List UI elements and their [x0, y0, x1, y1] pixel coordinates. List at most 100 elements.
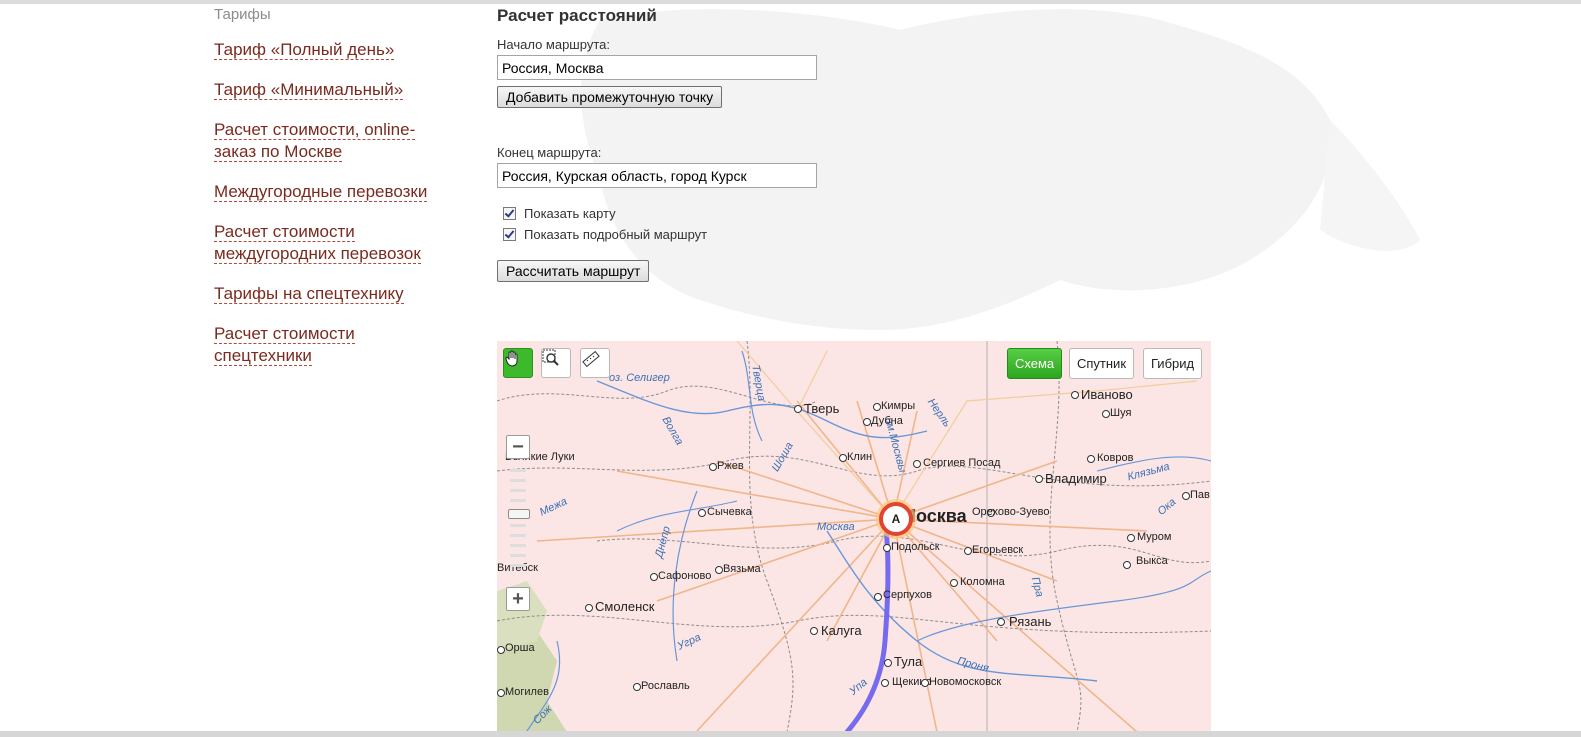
map-label-klin: Клин	[847, 451, 873, 463]
city-dot-vyksa	[1123, 561, 1131, 569]
map-label-orekhovo: Орехово-Зуево	[972, 506, 1050, 518]
city-dot-rzhev	[709, 463, 717, 471]
city-dot-podolsk	[883, 544, 891, 552]
sidebar-link-special-tariffs[interactable]: Тарифы на спецтехнику	[214, 284, 404, 304]
map-label-serpukhov: Серпухов	[883, 589, 932, 601]
zoom-tick	[510, 489, 526, 492]
city-dot-dubna	[863, 418, 871, 426]
city-dot-smolensk	[585, 604, 593, 612]
map-label-kolomna: Коломна	[960, 576, 1005, 588]
city-dot-klin	[839, 454, 847, 462]
map-label-vladimir: Владимир	[1045, 471, 1107, 486]
city-dot-ryazan	[997, 618, 1005, 626]
sidebar-item-full-day: Тариф «Полный день»	[214, 39, 474, 61]
route-start-marker[interactable]: A	[879, 502, 913, 536]
map-label-safonovo: Сафоново	[658, 570, 712, 582]
city-dot-safonovo	[650, 573, 658, 581]
sidebar-item-special-tariffs: Тарифы на спецтехнику	[214, 283, 474, 305]
sidebar-link-special-cost[interactable]: Расчет стоимости спецтехники	[214, 324, 355, 366]
city-dot-ivanovo	[1071, 391, 1079, 399]
map-label-mogilev: Могилев	[505, 686, 549, 698]
show-route-checkbox[interactable]	[503, 228, 516, 241]
city-dot-sergiev-posad	[913, 460, 921, 468]
city-dot-shchekino	[881, 679, 889, 687]
sidebar-heading: Тарифы	[214, 6, 271, 23]
map-label-murom: Муром	[1137, 531, 1172, 543]
sidebar-link-intercity-cost[interactable]: Расчет стоимости междугородних перевозок	[214, 222, 421, 264]
ruler-icon[interactable]	[580, 348, 610, 378]
map-type-satellite-button[interactable]: Спутник	[1069, 348, 1135, 379]
sidebar-link-minimal[interactable]: Тариф «Минимальный»	[214, 80, 404, 100]
zoom-tick	[510, 499, 526, 502]
sidebar-item-moscow-order: Расчет стоимости, online-заказ по Москве	[214, 119, 454, 163]
show-map-checkbox[interactable]	[503, 207, 516, 220]
zoom-in-icon[interactable]: +	[506, 587, 530, 611]
map-label-kimry: Кимры	[881, 400, 916, 412]
sidebar-link-moscow-order[interactable]: Расчет стоимости, online-заказ по Москве	[214, 120, 416, 162]
zoom-tick	[510, 479, 526, 482]
zoom-tick	[510, 544, 526, 547]
map-label-vyksa: Выкса	[1136, 555, 1168, 567]
map-label-novomoskovsk: Новомосковск	[929, 676, 1002, 688]
sidebar-item-intercity-cost: Расчет стоимости междугородних перевозок	[214, 221, 454, 265]
zoom-tick	[510, 469, 526, 472]
map-label-rzhev: Ржев	[717, 460, 744, 472]
sidebar: Тарифы Тариф «Полный день» Тариф «Минима…	[214, 6, 474, 381]
city-dot-kimry	[873, 403, 881, 411]
zoom-tick	[510, 534, 526, 537]
end-label: Конец маршрута:	[497, 145, 602, 160]
map-label-tula: Тула	[894, 654, 923, 669]
zoom-out-icon[interactable]: −	[506, 435, 530, 459]
end-input[interactable]	[497, 163, 817, 188]
zoom-tick	[510, 564, 526, 567]
map-label-kovrov: Ковров	[1097, 452, 1134, 464]
bottom-rule	[0, 731, 1581, 737]
calculate-route-button[interactable]: Рассчитать маршрут	[497, 260, 650, 282]
map-label-orsha: Орша	[505, 642, 535, 654]
sidebar-link-intercity[interactable]: Междугородные перевозки	[214, 182, 428, 202]
city-dot-serpukhov	[874, 593, 882, 601]
city-dot-kovrov	[1087, 455, 1095, 463]
map-type-hybrid-button[interactable]: Гибрид	[1143, 348, 1203, 379]
map-label-tver: Тверь	[804, 401, 840, 416]
map-label-smolensk: Смоленск	[595, 599, 655, 614]
city-dot-roslavl	[633, 683, 641, 691]
city-dot-novomoskovsk	[921, 679, 929, 687]
sidebar-item-special-cost: Расчет стоимости спецтехники	[214, 323, 384, 367]
start-label: Начало маршрута:	[497, 37, 610, 52]
start-input[interactable]	[497, 55, 817, 80]
map-label-egoryevsk: Егорьевск	[972, 544, 1024, 556]
city-dot-mogilev	[497, 689, 505, 697]
show-route-row: Показать подробный маршрут	[497, 224, 1217, 245]
city-dot-pav	[1182, 492, 1190, 500]
map-label-dubna: Дубна	[871, 415, 903, 427]
sidebar-link-full-day[interactable]: Тариф «Полный день»	[214, 40, 395, 60]
city-dot-orsha	[497, 646, 505, 654]
city-dot-kolomna	[950, 579, 958, 587]
sidebar-item-minimal: Тариф «Минимальный»	[214, 79, 474, 101]
city-dot-kaluga	[810, 627, 818, 635]
map-label-seliger: оз. Селигер	[609, 372, 670, 384]
show-map-label: Показать карту	[524, 206, 616, 221]
map-label-roslavl: Рославль	[641, 680, 690, 692]
show-map-row: Показать карту	[497, 203, 1217, 224]
map-label-kaluga: Калуга	[821, 623, 862, 638]
map-label-vyazma: Вязьма	[723, 563, 761, 575]
city-dot-sychevka	[698, 509, 706, 517]
map-type-scheme-button[interactable]: Схема	[1007, 348, 1063, 379]
city-dot-tver	[794, 405, 802, 413]
city-dot-murom	[1127, 534, 1135, 542]
add-waypoint-button[interactable]: Добавить промежуточную точку	[497, 86, 723, 108]
city-dot-tula	[884, 659, 892, 667]
zoom-slider[interactable]	[508, 469, 530, 589]
zoom-tick	[510, 524, 526, 527]
route-map[interactable]: оз. Селигер Тверца Волга Нерль Шоша им.М…	[497, 341, 1211, 732]
show-route-label: Показать подробный маршрут	[524, 227, 708, 242]
city-dot-egoryevsk	[964, 547, 972, 555]
zoom-slider-thumb[interactable]	[508, 509, 530, 519]
zoom-area-icon[interactable]	[541, 348, 571, 378]
map-label-ryazan: Рязань	[1009, 614, 1052, 629]
map-label-moskva-river: Москва	[817, 521, 855, 533]
pan-hand-icon[interactable]	[503, 348, 533, 378]
map-label-sychevka: Сычевка	[707, 506, 752, 518]
